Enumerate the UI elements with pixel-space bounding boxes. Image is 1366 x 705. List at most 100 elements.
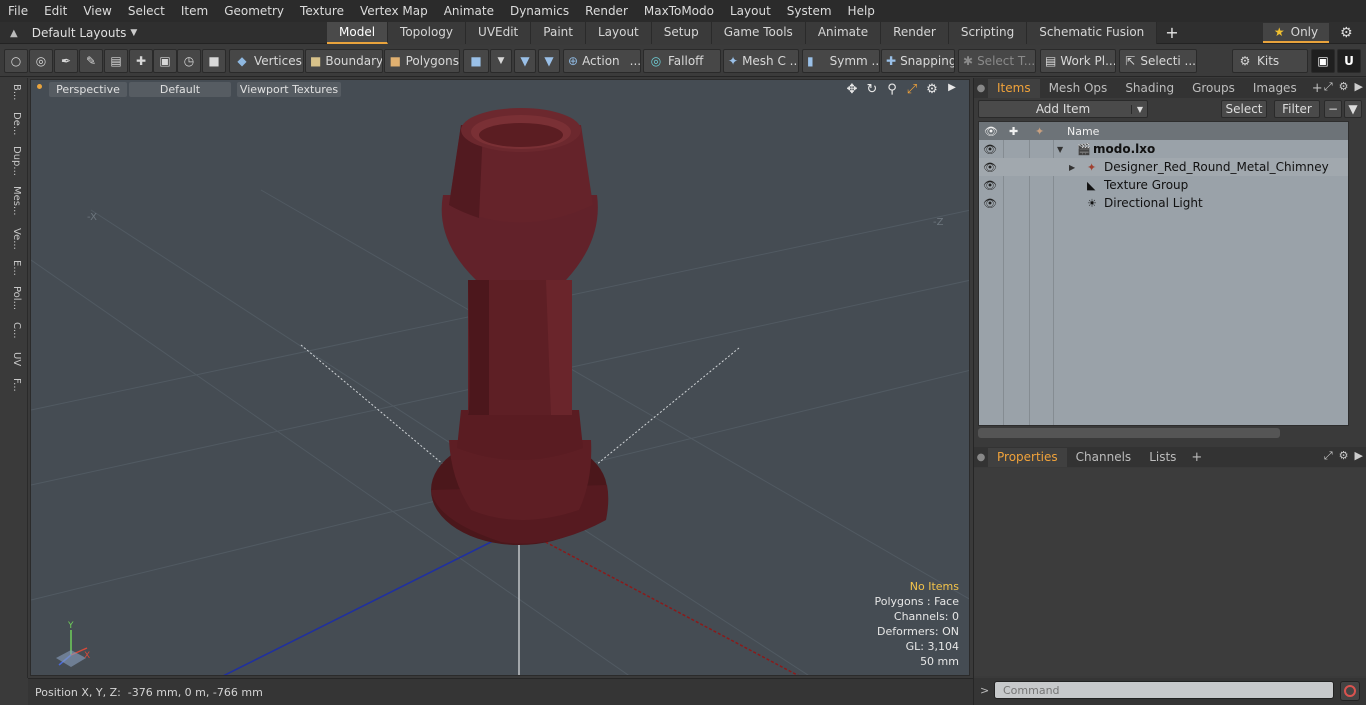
layouts-dropdown[interactable]: ▲ Default Layouts ▼ [0, 22, 200, 44]
expand-down-icon[interactable]: ▼ [1057, 145, 1063, 154]
eye-icon[interactable]: 👁 [982, 179, 998, 192]
select-through-button[interactable]: ✱ Select T... [958, 49, 1036, 73]
rotate-icon[interactable]: ↻ [865, 82, 879, 97]
tab-images[interactable]: Images [1244, 79, 1306, 98]
menu-vertex-map[interactable]: Vertex Map [352, 0, 436, 22]
tab-schematic-fusion[interactable]: Schematic Fusion [1027, 22, 1158, 44]
only-button[interactable]: ★ Only [1263, 23, 1329, 43]
strip-tab-duplicate[interactable]: Dup... [4, 146, 22, 176]
chevron-right-icon[interactable]: ▶ [945, 82, 959, 97]
add-tab-icon[interactable]: + [1157, 22, 1186, 44]
expand-right-icon[interactable]: ▶ [1069, 163, 1075, 172]
lock-column-icon[interactable]: ✚ [1009, 125, 1018, 138]
tab-scripting[interactable]: Scripting [948, 22, 1028, 44]
strip-tab-fusion[interactable]: F... [4, 378, 22, 392]
work-plane-button[interactable]: ▤ Work Pl... [1040, 49, 1116, 73]
strip-tab-uv[interactable]: UV [4, 352, 22, 366]
gear-icon[interactable]: ⚙ [1340, 25, 1353, 41]
tab-layout[interactable]: Layout [585, 22, 652, 44]
menu-edit[interactable]: Edit [36, 0, 75, 22]
tab-uvedit[interactable]: UVEdit [466, 22, 532, 44]
viewport-textures-dropdown[interactable]: Viewport Textures [237, 82, 341, 97]
panel-menu-icon[interactable]: ● [974, 83, 988, 94]
menu-maxtomodo[interactable]: MaxToModo [636, 0, 722, 22]
viewport-gear-icon[interactable]: ⚙ [925, 82, 939, 97]
tree-row-mesh[interactable]: 👁 ▶ ✦ Designer_Red_Round_Metal_Chimney [979, 158, 1348, 176]
tab-mesh-ops[interactable]: Mesh Ops [1040, 79, 1117, 98]
menu-render[interactable]: Render [577, 0, 636, 22]
record-macro-button[interactable] [1340, 681, 1360, 701]
menu-system[interactable]: System [779, 0, 840, 22]
tab-groups[interactable]: Groups [1183, 79, 1244, 98]
center-tool-button[interactable]: ✚ [129, 49, 153, 73]
add-panel-tab-icon[interactable]: + [1185, 450, 1208, 465]
pen-tool-button[interactable]: ✒ [54, 49, 78, 73]
panel-chevron-icon[interactable]: ▶ [1355, 449, 1363, 463]
collapse-arrow-icon[interactable]: ▲ [10, 28, 18, 39]
command-input[interactable] [994, 681, 1334, 699]
tab-shading[interactable]: Shading [1116, 79, 1183, 98]
tab-channels[interactable]: Channels [1067, 448, 1141, 467]
menu-animate[interactable]: Animate [436, 0, 502, 22]
tab-game-tools[interactable]: Game Tools [711, 22, 806, 44]
circle-select-button[interactable]: ○ [4, 49, 28, 73]
frame-tool-button[interactable]: ▣ [153, 49, 177, 73]
eye-icon[interactable]: 👁 [982, 143, 998, 156]
select-button[interactable]: Select [1221, 100, 1267, 118]
menu-dynamics[interactable]: Dynamics [502, 0, 577, 22]
strip-tab-mesh-edit[interactable]: Mes... [4, 186, 22, 216]
viewport-menu-dot-icon[interactable] [37, 84, 42, 89]
panel-gear-icon[interactable]: ⚙ [1339, 449, 1349, 463]
snap-shield-button[interactable]: ▼ [538, 49, 560, 73]
menu-item[interactable]: Item [173, 0, 216, 22]
shading-dropdown[interactable]: Default [129, 82, 231, 97]
strip-tab-vertex[interactable]: Ve... [4, 228, 22, 250]
maximize-icon[interactable]: ⤢ [905, 82, 919, 97]
tree-horizontal-scrollbar[interactable] [978, 428, 1280, 438]
strip-tab-polygon[interactable]: Pol... [4, 286, 22, 310]
view-mode-dropdown[interactable]: Perspective [49, 82, 127, 97]
strip-tab-edge[interactable]: E... [4, 260, 22, 276]
unity-button[interactable]: ▣ [1311, 49, 1335, 73]
panel-chevron-icon[interactable]: ▶ [1355, 80, 1363, 94]
tree-row-light[interactable]: 👁 ☀ Directional Light [979, 194, 1348, 212]
strip-tab-curve[interactable]: C... [4, 322, 22, 339]
pan-icon[interactable]: ✥ [845, 82, 859, 97]
material-dropdown[interactable]: ▼ [490, 49, 512, 73]
add-item-button[interactable]: Add Item ▼ [978, 100, 1148, 118]
align-tool-button[interactable]: ▤ [104, 49, 128, 73]
tab-lists[interactable]: Lists [1140, 448, 1185, 467]
panel-gear-icon[interactable]: ⚙ [1339, 80, 1349, 94]
tab-render[interactable]: Render [881, 22, 949, 44]
menu-view[interactable]: View [75, 0, 119, 22]
strip-tab-basic[interactable]: B... [4, 84, 22, 100]
vertices-button[interactable]: ◆ Vertices [229, 49, 304, 73]
selection-sets-button[interactable]: ⇱ Selecti ... [1119, 49, 1197, 73]
tab-paint[interactable]: Paint [531, 22, 586, 44]
tab-properties[interactable]: Properties [988, 447, 1067, 467]
boundary-button[interactable]: ■ Boundary [305, 49, 383, 73]
eye-icon[interactable]: 👁 [982, 161, 998, 174]
sphere-select-button[interactable]: ◎ [29, 49, 53, 73]
kits-button[interactable]: ⚙ Kits [1232, 49, 1308, 73]
action-center-button[interactable]: ⊕ Action... [563, 49, 641, 73]
material-button[interactable]: ■ [463, 49, 489, 73]
unreal-button[interactable]: U [1337, 49, 1361, 73]
menu-layout[interactable]: Layout [722, 0, 779, 22]
eye-icon[interactable]: 👁 [982, 197, 998, 210]
polygons-button[interactable]: ■ Polygons [384, 49, 460, 73]
locator-column-icon[interactable]: ✦ [1035, 125, 1044, 138]
symmetry-button[interactable]: ▮ Symm ... [802, 49, 880, 73]
strip-tab-deform[interactable]: De... [4, 112, 22, 135]
panel-menu-icon[interactable]: ● [974, 452, 988, 463]
3d-viewport[interactable]: -X -Z Y X Perspective Default Viewport T… [30, 79, 970, 676]
tab-animate[interactable]: Animate [805, 22, 882, 44]
expand-icon[interactable]: ⤢ [1324, 449, 1333, 463]
chimney-model[interactable] [431, 108, 609, 545]
expand-icon[interactable]: ⤢ [1324, 80, 1333, 94]
collapse-button[interactable]: − [1324, 100, 1342, 118]
brush-tool-button[interactable]: ✎ [79, 49, 103, 73]
symmetry-shield-button[interactable]: ▼ [514, 49, 536, 73]
tab-items[interactable]: Items [988, 78, 1040, 98]
tab-topology[interactable]: Topology [388, 22, 467, 44]
